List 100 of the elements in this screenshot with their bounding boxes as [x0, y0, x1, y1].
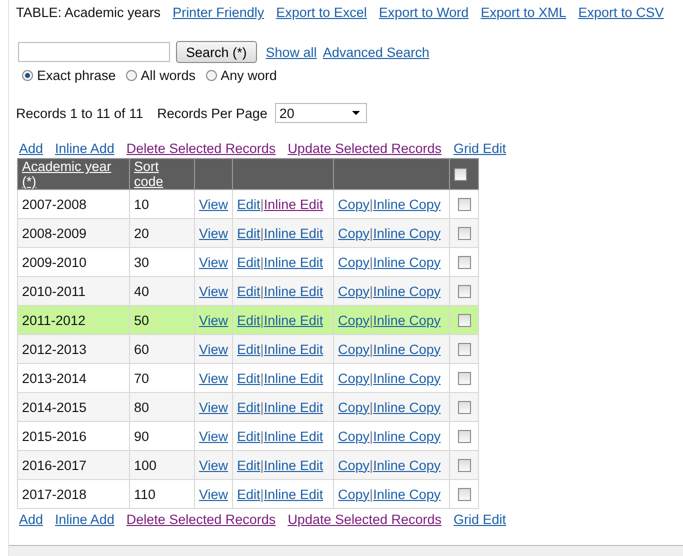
inline-copy-link[interactable]: Inline Copy	[373, 428, 441, 444]
action-link[interactable]: Inline Add	[55, 141, 114, 156]
row-checkbox[interactable]	[458, 198, 471, 212]
export-link[interactable]: Export to Excel	[276, 5, 367, 20]
inline-edit-link[interactable]: Inline Edit	[264, 400, 324, 414]
export-link[interactable]: Export to Word	[378, 5, 469, 20]
copy-link[interactable]: Copy	[338, 254, 370, 270]
edit-link[interactable]: Edit	[237, 370, 260, 386]
table-cell: 2012-2013	[18, 334, 130, 364]
inline-edit-link[interactable]: Inline Edit	[264, 458, 324, 472]
edit-link[interactable]: Edit	[237, 342, 260, 356]
copy-link[interactable]: Copy	[338, 196, 370, 212]
export-link[interactable]: Export to XML	[480, 5, 566, 20]
row-checkbox[interactable]	[458, 227, 471, 240]
inline-copy-link[interactable]: Inline Copy	[373, 226, 441, 240]
table-cell: 110	[130, 480, 194, 508]
row-checkbox[interactable]	[458, 256, 471, 270]
search-link[interactable]: Show all	[266, 44, 317, 60]
inline-edit-link[interactable]: Inline Edit	[264, 370, 324, 386]
radio-button[interactable]	[22, 70, 33, 81]
separator: |	[260, 342, 264, 356]
inline-edit-link[interactable]: Inline Edit	[264, 254, 324, 270]
table-cell: 2007-2008	[18, 190, 130, 218]
inline-copy-link[interactable]: Inline Copy	[373, 254, 441, 270]
inline-edit-link[interactable]: Inline Edit	[264, 226, 324, 240]
copy-link[interactable]: Copy	[338, 400, 370, 414]
radio-label: All words	[140, 68, 196, 83]
separator: |	[370, 342, 374, 356]
separator: |	[260, 312, 264, 328]
inline-copy-link[interactable]: Inline Copy	[373, 342, 441, 356]
action-link[interactable]: Inline Add	[55, 512, 114, 527]
edit-link[interactable]: Edit	[237, 196, 260, 212]
edit-link[interactable]: Edit	[237, 254, 260, 270]
edit-link[interactable]: Edit	[237, 428, 260, 444]
action-link[interactable]: Delete Selected Records	[126, 141, 276, 156]
copy-link[interactable]: Copy	[338, 428, 370, 444]
edit-link[interactable]: Edit	[237, 486, 260, 502]
table-cell: 40	[130, 276, 194, 306]
copy-link[interactable]: Copy	[338, 284, 370, 298]
copy-link[interactable]: Copy	[338, 342, 370, 356]
radio-label: Any word	[220, 68, 277, 83]
separator: |	[260, 486, 264, 502]
row-checkbox[interactable]	[458, 488, 471, 502]
separator: |	[370, 370, 374, 386]
copy-link[interactable]: Copy	[338, 312, 370, 328]
copy-link[interactable]: Copy	[338, 370, 370, 386]
inline-edit-link[interactable]: Inline Edit	[264, 196, 324, 212]
search-link[interactable]: Advanced Search	[322, 44, 430, 60]
inline-edit-link[interactable]: Inline Edit	[264, 284, 324, 298]
records-summary: Records 1 to 11 of 11	[16, 106, 144, 120]
search-button[interactable]: Search (*)	[176, 41, 257, 63]
action-link[interactable]: Update Selected Records	[288, 512, 442, 527]
row-checkbox[interactable]	[458, 401, 471, 414]
edit-link[interactable]: Edit	[237, 312, 260, 328]
row-checkbox[interactable]	[458, 285, 471, 298]
radio-button[interactable]	[206, 70, 217, 81]
row-checkbox[interactable]	[458, 459, 471, 472]
column-header[interactable]: Academic year (*)	[18, 158, 130, 190]
edit-link[interactable]: Edit	[237, 284, 260, 298]
inline-edit-link[interactable]: Inline Edit	[264, 342, 324, 356]
per-page-select[interactable]: 20	[275, 103, 368, 123]
inline-copy-link[interactable]: Inline Copy	[373, 312, 441, 328]
row-checkbox[interactable]	[458, 314, 471, 328]
inline-copy-link[interactable]: Inline Copy	[373, 370, 441, 386]
action-link[interactable]: Grid Edit	[454, 512, 506, 527]
radio-button[interactable]	[126, 70, 137, 81]
separator: |	[370, 196, 374, 212]
inline-copy-link[interactable]: Inline Copy	[373, 284, 441, 298]
table-cell: 2010-2011	[18, 276, 130, 306]
copy-link[interactable]: Copy	[338, 458, 370, 472]
inline-copy-link[interactable]: Inline Copy	[373, 458, 441, 472]
row-checkbox[interactable]	[458, 343, 471, 356]
inline-edit-link[interactable]: Inline Edit	[264, 312, 324, 328]
inline-copy-link[interactable]: Inline Copy	[373, 196, 441, 212]
row-checkbox[interactable]	[458, 430, 471, 444]
inline-edit-link[interactable]: Inline Edit	[264, 428, 324, 444]
inline-copy-link[interactable]: Inline Copy	[373, 486, 441, 502]
action-link[interactable]: Update Selected Records	[288, 141, 442, 156]
inline-copy-link[interactable]: Inline Copy	[373, 400, 441, 414]
row-checkbox[interactable]	[458, 372, 471, 386]
edit-link[interactable]: Edit	[237, 226, 260, 240]
edit-link[interactable]: Edit	[237, 458, 260, 472]
inline-edit-link[interactable]: Inline Edit	[264, 486, 324, 502]
copy-link[interactable]: Copy	[338, 226, 370, 240]
search-field[interactable]	[18, 42, 170, 62]
export-link[interactable]: Export to CSV	[578, 5, 664, 20]
column-header[interactable]: Sort code	[130, 158, 194, 190]
copy-link[interactable]: Copy	[338, 486, 370, 502]
table-cell: 30	[130, 248, 194, 276]
action-link[interactable]: Delete Selected Records	[126, 512, 276, 527]
action-link[interactable]: Grid Edit	[454, 141, 506, 156]
select-all-checkbox[interactable]	[454, 168, 468, 182]
table-cell: 2016-2017	[18, 450, 130, 480]
export-link[interactable]: Printer Friendly	[172, 5, 264, 20]
action-link[interactable]: Add	[19, 141, 44, 156]
table-cell: 2014-2015	[18, 392, 130, 422]
table-cell: 50	[130, 306, 194, 334]
table-cell: 80	[130, 392, 194, 422]
action-link[interactable]: Add	[19, 512, 44, 527]
edit-link[interactable]: Edit	[237, 400, 260, 414]
